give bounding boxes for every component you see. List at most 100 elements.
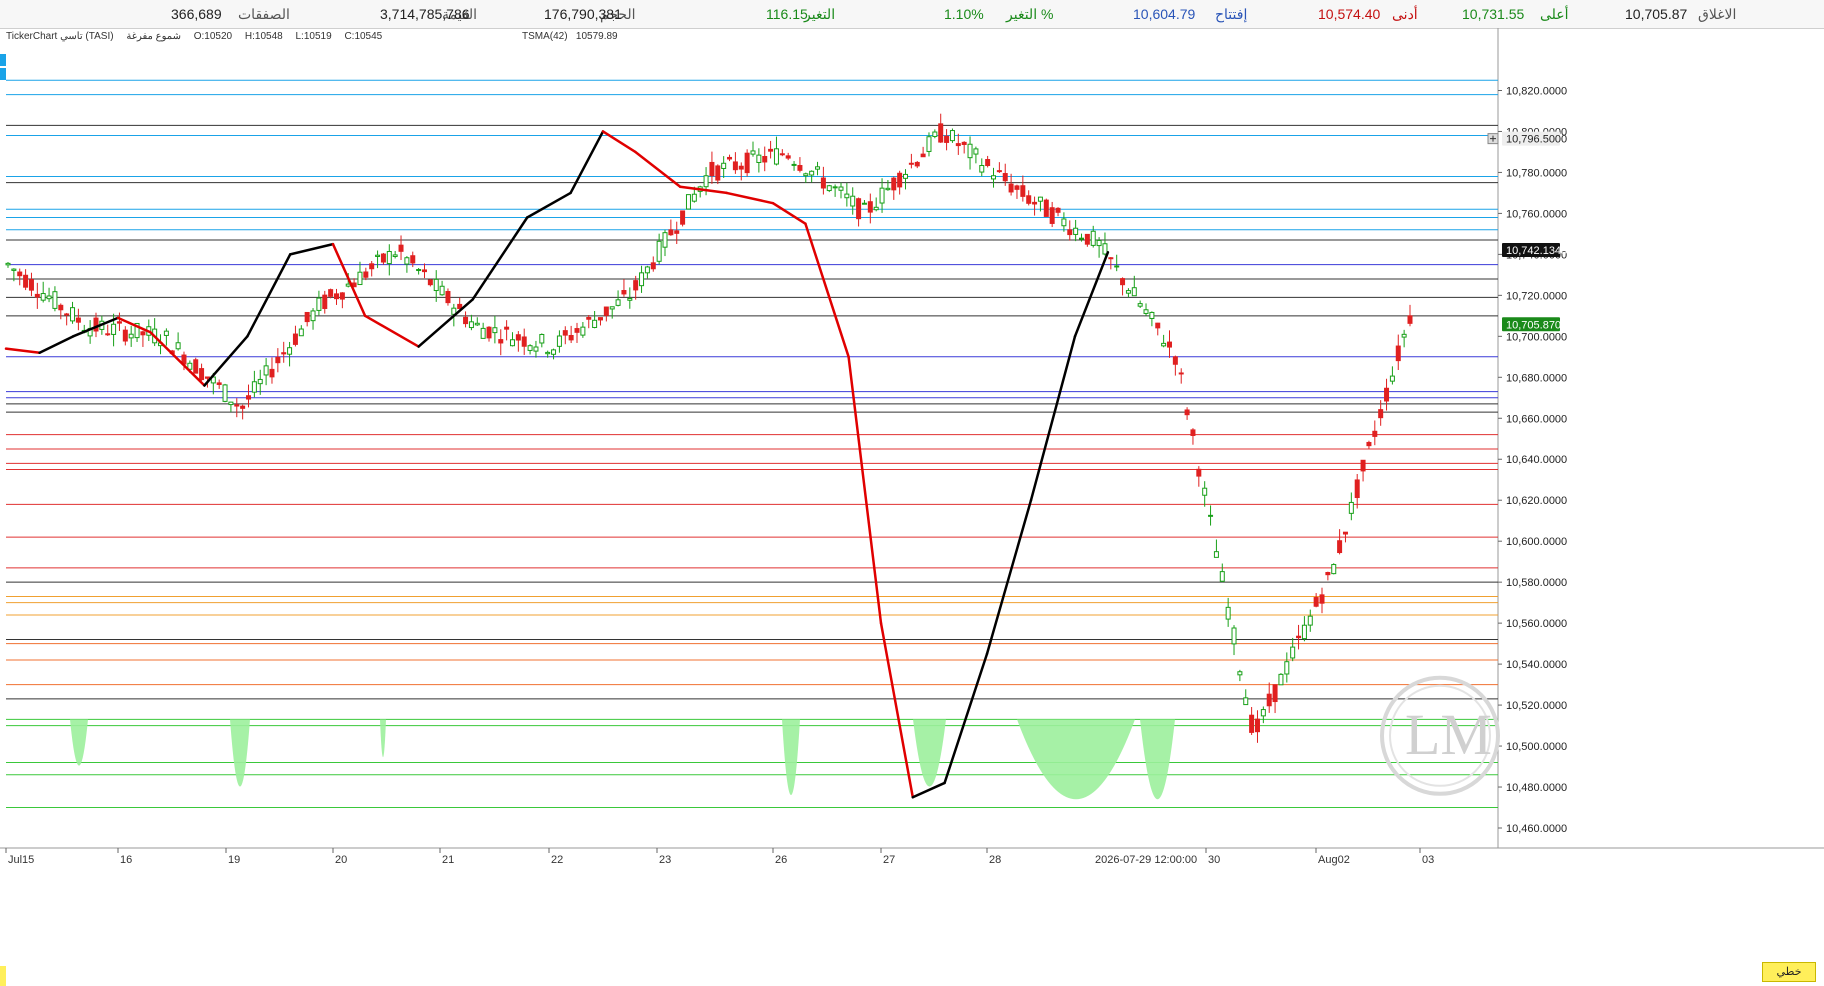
candle-body — [973, 148, 979, 155]
tsma-line-segment — [525, 191, 572, 219]
stat-value: 366,689 — [171, 6, 222, 22]
candle-body — [1319, 594, 1325, 604]
candle-body — [815, 166, 821, 170]
tsma-line-segment — [4, 347, 41, 354]
candle-body — [1366, 441, 1372, 447]
candle-body — [1389, 375, 1395, 382]
candle-body — [797, 165, 803, 171]
candle-body — [11, 268, 17, 271]
candle-body — [1108, 257, 1114, 260]
candle-body — [70, 307, 76, 322]
stat-label: الصفقات — [238, 6, 290, 22]
candle-body — [985, 159, 991, 167]
candle-body — [644, 266, 650, 274]
date-tick-label: 23 — [659, 854, 671, 866]
volume-area — [1017, 719, 1135, 800]
candle-body — [392, 254, 398, 257]
volume-area — [913, 719, 946, 787]
candle-body — [1213, 551, 1219, 558]
candle-body — [1378, 409, 1384, 419]
candle-body — [222, 384, 228, 402]
stat-label: الاغلاق — [1698, 6, 1737, 22]
tsma-line-segment — [203, 335, 249, 387]
candle-body — [521, 336, 527, 347]
candle-body — [662, 232, 668, 248]
price-tick-label: 10,720.0000 — [1506, 290, 1567, 302]
candle-body — [1266, 693, 1272, 707]
candle-body — [768, 148, 774, 152]
candle-body — [281, 352, 287, 355]
candle-body — [721, 162, 727, 169]
candle-body — [433, 278, 439, 292]
candle-body — [949, 130, 955, 142]
candle-body — [363, 271, 369, 278]
candle-body — [762, 156, 768, 163]
candle-body — [421, 269, 427, 273]
candle-body — [1354, 479, 1360, 499]
price-chart[interactable]: 10,820.000010,800.000010,780.000010,760.… — [0, 28, 1824, 986]
candle-body — [240, 405, 246, 409]
candle-body — [1337, 540, 1343, 554]
candle-body — [445, 290, 451, 304]
tsma-line-segment — [601, 130, 637, 154]
candle-body — [603, 306, 609, 316]
candle-body — [1002, 173, 1008, 182]
candle-body — [1202, 487, 1208, 496]
candle-body — [345, 283, 351, 287]
candle-body — [457, 303, 463, 310]
price-tick-label: 10,600.0000 — [1506, 536, 1567, 548]
candle-body — [955, 143, 961, 147]
candle-body — [1219, 571, 1225, 582]
price-tick-label: 10,500.0000 — [1506, 741, 1567, 753]
tsma-line-segment — [804, 222, 850, 359]
candle-body — [357, 271, 363, 286]
tsma-line-segment — [246, 253, 292, 338]
stat-value: 10,705.87 — [1625, 6, 1688, 22]
candle-body — [140, 331, 146, 336]
candle-body — [820, 177, 826, 189]
candle-body — [1278, 673, 1284, 686]
stat-value: 1.10% — [944, 6, 984, 22]
candle-body — [1102, 243, 1108, 255]
candle-body — [891, 177, 897, 191]
candle-body — [545, 351, 551, 355]
chart-mode-button[interactable]: خطي — [1762, 962, 1816, 982]
price-tick-label: 10,540.0000 — [1506, 659, 1567, 671]
candle-body — [967, 143, 973, 159]
date-tick-label: 30 — [1208, 854, 1220, 866]
candle-body — [1155, 322, 1161, 329]
candle-body — [914, 161, 920, 167]
candle-body — [979, 165, 985, 173]
tsma-line-segment — [1029, 335, 1077, 502]
candle-body — [334, 293, 340, 300]
price-tick-label: 10,820.0000 — [1506, 85, 1567, 97]
candle-body — [128, 333, 134, 339]
candle-body — [439, 285, 445, 296]
price-tick-label: 10,680.0000 — [1506, 372, 1567, 384]
candle-body — [1190, 429, 1196, 436]
candle-body — [1313, 597, 1319, 607]
candle-body — [369, 263, 375, 270]
candle-body — [703, 175, 709, 188]
candle-body — [1342, 531, 1348, 535]
price-tick-label: 10,780.0000 — [1506, 167, 1567, 179]
candle-body — [1208, 514, 1214, 517]
candle-body — [1395, 345, 1401, 362]
candle-body — [650, 262, 656, 270]
last-price-tag: 10,705.8700 — [1506, 319, 1567, 331]
candle-body — [492, 327, 498, 334]
candle-body — [574, 328, 580, 333]
candle-body — [826, 185, 832, 192]
candle-body — [163, 330, 169, 336]
stat-label: التغير — [804, 6, 836, 22]
candle-body — [785, 155, 791, 159]
candle-body — [908, 162, 914, 165]
candle-body — [427, 279, 433, 286]
candle-body — [498, 339, 504, 344]
watermark-logo-icon: LM — [1405, 702, 1492, 767]
candle-body — [709, 161, 715, 177]
candle-body — [1014, 185, 1020, 190]
candle-body — [1360, 459, 1366, 472]
stat-value: 10,731.55 — [1462, 6, 1525, 22]
candle-body — [1178, 372, 1184, 375]
